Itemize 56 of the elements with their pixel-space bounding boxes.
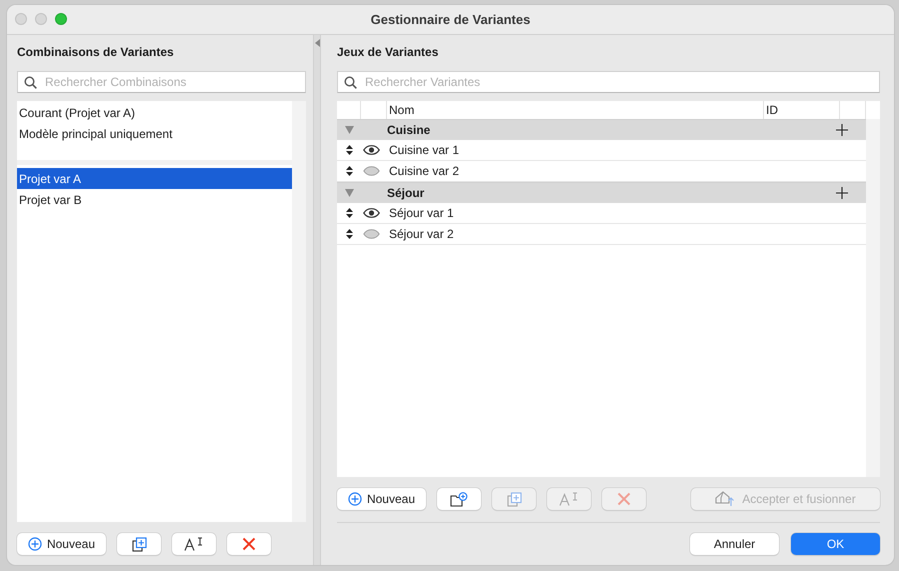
search-input[interactable]: Rechercher Variantes: [363, 74, 879, 90]
variant-name[interactable]: Séjour var 1: [389, 206, 454, 220]
reorder-handle-icon[interactable]: [346, 208, 353, 218]
eye-icon[interactable]: [363, 145, 380, 155]
collapse-arrow-icon[interactable]: [315, 39, 320, 47]
column-header[interactable]: Nom: [389, 103, 414, 117]
expanded-triangle-icon[interactable]: [345, 189, 354, 197]
panel-heading: Combinaisons de Variantes: [17, 45, 175, 61]
expanded-triangle-icon[interactable]: [345, 126, 354, 134]
minimize-button[interactable]: [35, 13, 47, 25]
ok-button[interactable]: OK: [791, 533, 880, 555]
group-name: Cuisine: [387, 123, 430, 137]
reorder-handle-icon[interactable]: [346, 166, 353, 176]
reorder-handle-icon[interactable]: [346, 145, 353, 155]
add-icon[interactable]: [836, 124, 848, 136]
column-header[interactable]: ID: [766, 103, 778, 117]
hidden-eye-icon[interactable]: [363, 166, 380, 176]
delete-icon: [242, 537, 256, 551]
list-item[interactable]: Projet var B: [17, 189, 292, 210]
rename-icon: [184, 537, 204, 551]
zoom-button[interactable]: [55, 13, 67, 25]
variant-name[interactable]: Cuisine var 1: [389, 143, 460, 157]
add-icon[interactable]: [836, 187, 848, 199]
rename-icon: [559, 492, 579, 506]
new-button[interactable]: Nouveau: [17, 533, 106, 555]
panel-heading: Jeux de Variantes: [337, 45, 440, 61]
search-field[interactable]: Rechercher Variantes: [337, 71, 880, 93]
search-icon: [344, 76, 357, 88]
eye-icon[interactable]: [363, 208, 380, 218]
duplicate-button[interactable]: [117, 533, 161, 555]
delete-button[interactable]: [227, 533, 271, 555]
folder-plus-icon: [450, 492, 468, 506]
duplicate-icon: [506, 492, 522, 506]
group-row[interactable]: Séjour: [337, 182, 866, 203]
rename-button[interactable]: [172, 533, 216, 555]
new-group-button[interactable]: [437, 488, 481, 510]
cancel-button[interactable]: Annuler: [690, 533, 779, 555]
variant-name[interactable]: Séjour var 2: [389, 227, 454, 241]
reorder-handle-icon[interactable]: [346, 229, 353, 239]
window-title: Gestionnaire de Variantes: [370, 12, 530, 27]
list-item[interactable]: Modèle principal uniquement: [17, 123, 292, 144]
list-item[interactable]: Courant (Projet var A): [17, 102, 292, 123]
duplicate-icon: [132, 536, 146, 552]
search-input[interactable]: Rechercher Combinaisons: [43, 74, 305, 90]
group-row[interactable]: Cuisine: [337, 119, 866, 140]
plus-circle-icon: [28, 537, 42, 551]
plus-circle-icon: [348, 492, 362, 506]
group-name: Séjour: [387, 186, 424, 200]
search-icon: [24, 76, 37, 88]
variant-name[interactable]: Cuisine var 2: [389, 164, 460, 178]
search-field[interactable]: Rechercher Combinaisons: [17, 71, 306, 93]
hidden-eye-icon[interactable]: [363, 229, 380, 239]
delete-icon: [617, 492, 631, 506]
close-button[interactable]: [15, 13, 27, 25]
new-button[interactable]: Nouveau: [337, 488, 426, 510]
list-item[interactable]: Projet var A: [17, 168, 292, 189]
